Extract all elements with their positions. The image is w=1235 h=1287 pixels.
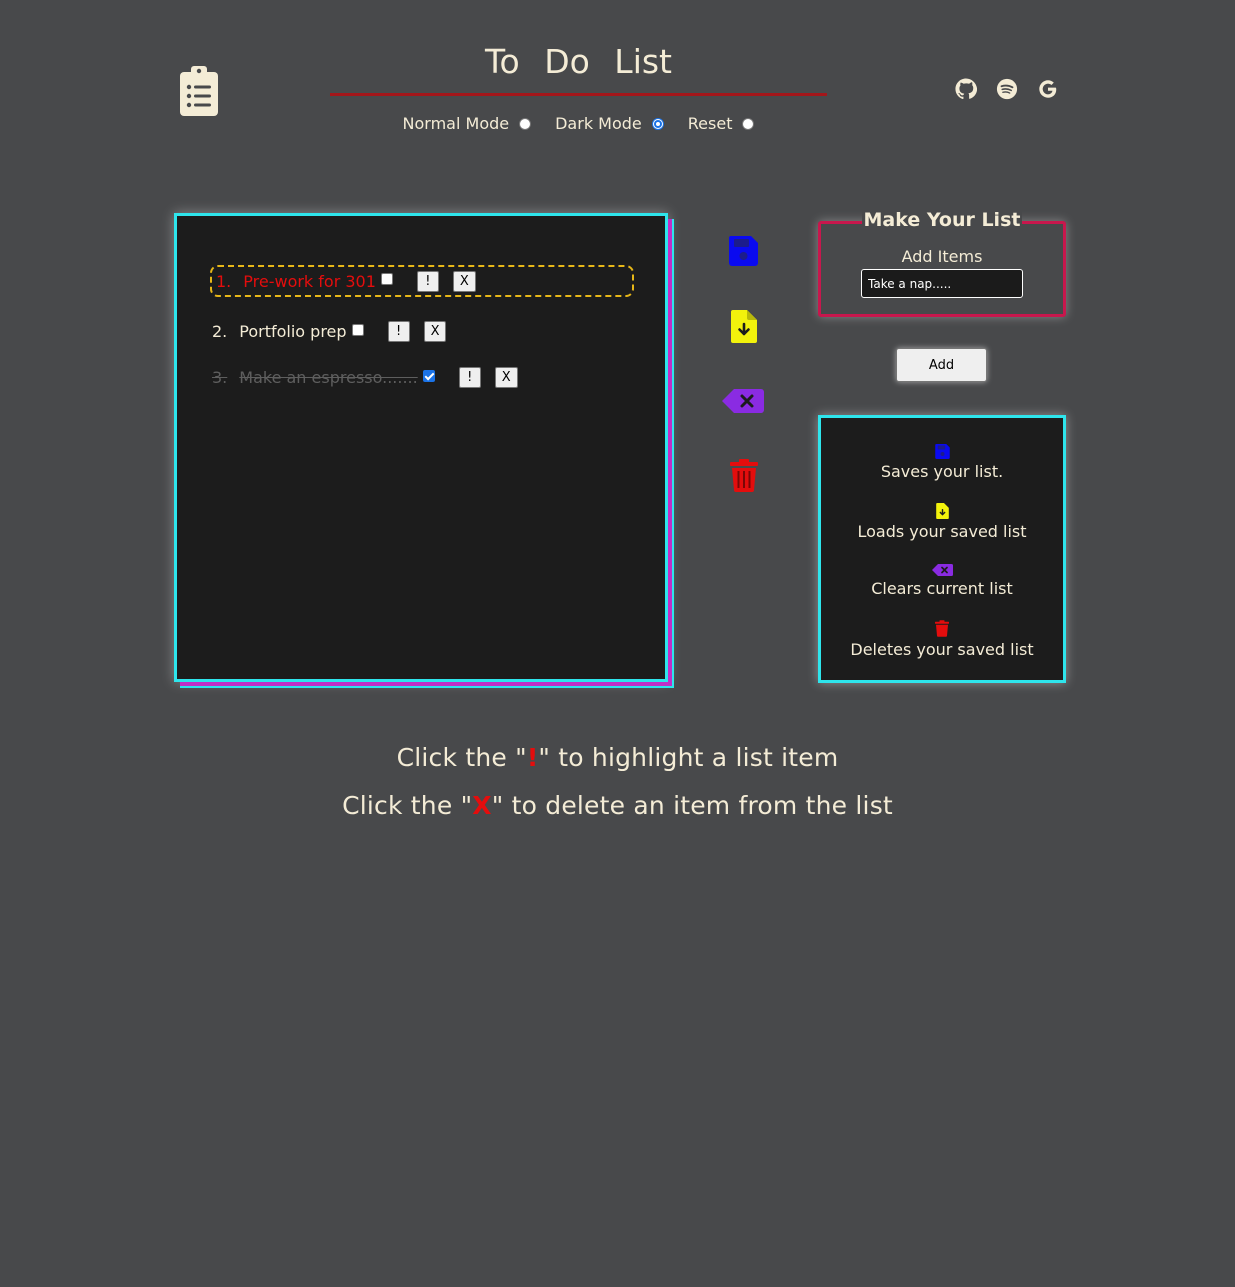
todo-list-panel: 1. Pre-work for 301 ! X 2. Portfolio pre…	[174, 213, 668, 682]
make-list-panel: Make Your List Add Items	[818, 209, 1066, 317]
legend-load-text: Loads your saved list	[857, 522, 1027, 541]
mode-dark-radio[interactable]	[651, 117, 664, 130]
legend-item-clear: Clears current list	[821, 564, 1063, 598]
save-icon[interactable]	[729, 236, 758, 266]
spotify-icon[interactable]	[996, 78, 1018, 100]
page: To Do List Normal Mode Dark Mode Reset 1…	[0, 0, 1235, 1287]
mode-normal-label: Normal Mode	[402, 114, 510, 133]
mode-dark-label: Dark Mode	[555, 114, 642, 133]
legend-item-load: Loads your saved list	[821, 503, 1063, 541]
legend-item-trash: Deletes your saved list	[821, 620, 1063, 659]
trash-icon[interactable]	[730, 459, 758, 492]
make-list-title: Make Your List	[821, 209, 1063, 231]
title-divider	[330, 93, 827, 96]
instruction-text: Click the "	[396, 743, 527, 772]
add-item-input[interactable]	[861, 269, 1023, 298]
instruction-text: " to highlight a list item	[538, 743, 839, 772]
mode-reset-label: Reset	[687, 114, 733, 133]
list-item: 1. Pre-work for 301 ! X	[210, 265, 634, 297]
legend-save-text: Saves your list.	[880, 462, 1004, 481]
legend-trash-text: Deletes your saved list	[850, 640, 1034, 659]
instruction-highlight: Click the "!" to highlight a list item	[0, 743, 1235, 772]
list-item: 3. Make an espresso....... ! X	[212, 367, 518, 388]
mode-reset[interactable]: Reset	[688, 114, 755, 133]
list-item-checkbox[interactable]	[380, 273, 393, 285]
highlight-button[interactable]: !	[458, 367, 481, 388]
page-title: To Do List	[484, 42, 672, 81]
clear-backspace-icon[interactable]	[722, 389, 764, 413]
instruction-symbol: X	[472, 791, 492, 820]
clear-backspace-icon	[931, 564, 953, 576]
legend-item-save: Saves your list.	[821, 444, 1063, 481]
list-item-text: Pre-work for 301	[243, 271, 376, 291]
load-file-icon	[935, 503, 949, 519]
instruction-delete: Click the "X" to delete an item from the…	[0, 791, 1235, 820]
load-file-icon[interactable]	[731, 310, 757, 343]
instruction-text: Click the "	[342, 791, 473, 820]
list-item-checkbox[interactable]	[422, 369, 435, 382]
make-list-title-text: Make Your List	[861, 209, 1023, 231]
add-items-label: Add Items	[901, 247, 983, 266]
list-item-checkbox[interactable]	[351, 323, 364, 336]
trash-icon	[935, 620, 949, 637]
add-button[interactable]: Add	[896, 348, 987, 382]
mode-normal[interactable]: Normal Mode	[403, 114, 532, 133]
instruction-symbol: !	[526, 743, 539, 772]
list-item-text: Make an espresso.......	[239, 368, 418, 387]
list-item-text: Portfolio prep	[239, 322, 347, 341]
google-icon[interactable]	[1037, 78, 1059, 100]
instruction-text: " to delete an item from the list	[491, 791, 893, 820]
delete-item-button[interactable]: X	[452, 270, 476, 292]
delete-item-button[interactable]: X	[494, 367, 518, 388]
legend-clear-text: Clears current list	[871, 579, 1013, 598]
mode-selector: Normal Mode Dark Mode Reset	[330, 114, 827, 133]
legend-panel: Saves your list. Loads your saved list C…	[818, 415, 1066, 683]
mode-dark[interactable]: Dark Mode	[555, 114, 664, 133]
social-links	[955, 78, 1059, 100]
mode-reset-radio[interactable]	[742, 117, 755, 130]
clipboard-list-icon	[180, 66, 218, 116]
list-item-number: 1.	[216, 271, 232, 291]
save-icon	[934, 444, 950, 459]
github-icon[interactable]	[955, 78, 977, 100]
list-item-number: 3.	[212, 368, 228, 387]
highlight-button[interactable]: !	[416, 270, 439, 292]
delete-item-button[interactable]: X	[423, 321, 447, 342]
mode-normal-radio[interactable]	[519, 117, 532, 130]
highlight-button[interactable]: !	[387, 321, 410, 342]
list-item-number: 2.	[212, 322, 228, 341]
list-item: 2. Portfolio prep ! X	[212, 321, 447, 342]
